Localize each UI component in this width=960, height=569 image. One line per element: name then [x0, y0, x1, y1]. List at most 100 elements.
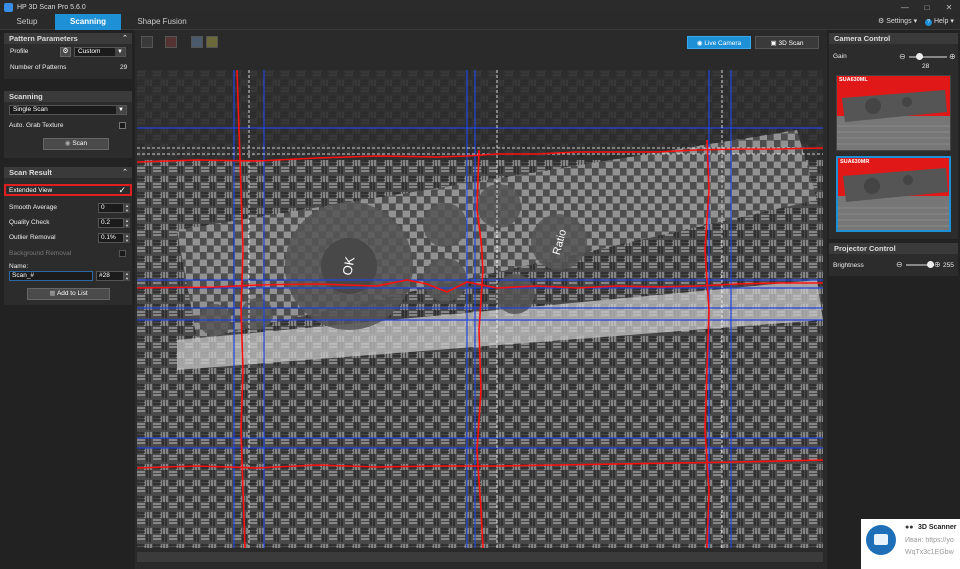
scan-3d-tab[interactable]: ▣ 3D Scan: [755, 36, 819, 49]
quality-check-stepper[interactable]: ▲ ▼: [124, 218, 130, 228]
volume-up-button: [423, 203, 467, 247]
gain-slider-knob[interactable]: [916, 53, 924, 60]
maximize-icon[interactable]: □: [916, 0, 938, 14]
camera-feed: OK Ratio: [137, 70, 823, 548]
camera-left-preview: [837, 76, 950, 150]
chevron-up-icon: ⌃: [122, 35, 128, 42]
back-button: [477, 184, 521, 228]
tab-scanning[interactable]: Scanning: [55, 14, 121, 30]
view-toggle-icon[interactable]: [141, 36, 153, 48]
panel-title: Pattern Parameters: [9, 34, 78, 43]
smooth-average-label: Smooth Average: [9, 204, 57, 211]
outlier-removal-label: Outlier Removal: [9, 234, 56, 241]
quality-check-input[interactable]: 0.2: [98, 218, 124, 228]
brightness-slider-knob[interactable]: [927, 261, 934, 268]
camera-right-preview: [838, 158, 949, 230]
folder-icon[interactable]: [206, 36, 218, 48]
background-removal-checkbox[interactable]: [119, 250, 126, 257]
add-to-list-button[interactable]: ▦ Add to List: [27, 288, 110, 300]
profile-label: Profile: [10, 48, 29, 55]
scan-number-input[interactable]: #28: [96, 271, 124, 281]
window-title: HP 3D Scan Pro 5.6.0: [17, 3, 86, 11]
gear-icon: ⚙: [878, 18, 885, 25]
title-bar: HP 3D Scan Pro 5.6.0 — □ ✕: [0, 0, 960, 14]
profile-select[interactable]: Custom ▼: [74, 47, 126, 57]
left-sidebar: Pattern Parameters ⌃ Profile ⚙ Custom ▼ …: [0, 30, 135, 569]
viewport-status-strip: [137, 552, 823, 562]
name-label: Name:: [9, 263, 29, 270]
help-label: Help: [934, 18, 949, 25]
number-of-patterns-label: Number of Patterns: [10, 64, 67, 71]
brightness-increase-icon[interactable]: ⊕: [934, 260, 941, 269]
scan-result-header[interactable]: Scan Result ⌃: [4, 167, 132, 178]
chevron-down-icon: ▾: [950, 18, 954, 25]
pattern-parameters-header[interactable]: Pattern Parameters ⌃: [4, 33, 132, 44]
chat-notification[interactable]: ●● 3D Scanner Иван: https://yo WqTx3c1EG…: [861, 519, 960, 569]
scanning-panel: Scanning Single Scan ▼ Auto. Grab Textur…: [4, 91, 132, 158]
add-to-list-label: Add to List: [56, 290, 88, 297]
auto-grab-texture-label: Auto. Grab Texture: [9, 122, 64, 129]
quality-check-label: Quality Check: [9, 219, 50, 226]
profile-settings-gear-icon[interactable]: ⚙: [60, 47, 71, 57]
checkmark-icon[interactable]: ✓: [118, 185, 126, 196]
camera-icon: ◉: [696, 40, 703, 47]
main-view-area: ◉ Live Camera ▣ 3D Scan OK Ratio: [135, 30, 827, 569]
menu-button: [241, 298, 273, 330]
panel-title: Projector Control: [834, 244, 896, 253]
tab-shape-fusion[interactable]: Shape Fusion: [128, 14, 196, 30]
scan-name-input[interactable]: Scan_#: [9, 271, 93, 281]
scanning-header[interactable]: Scanning: [4, 91, 132, 102]
chevron-up-icon: ⌃: [122, 169, 128, 176]
number-of-patterns-value: 29: [120, 64, 128, 71]
notification-link: WqTx3c1EGbw: [905, 549, 954, 556]
brightness-decrease-icon[interactable]: ⊖: [896, 260, 903, 269]
help-icon: ?: [925, 18, 932, 26]
camera-thumbnail-left[interactable]: SUA630ML: [836, 75, 951, 151]
smooth-average-input[interactable]: 0: [98, 203, 124, 213]
chevron-down-icon: ▼: [115, 48, 125, 56]
live-camera-tab[interactable]: ◉ Live Camera: [687, 36, 751, 49]
main-tabs: Setup Scanning Shape Fusion: [0, 14, 960, 30]
panel-title: Camera Control: [834, 34, 891, 43]
outlier-removal-input[interactable]: 0.1%: [98, 233, 124, 243]
camera-thumbnail-right[interactable]: SUA630MR: [836, 156, 951, 232]
gain-label: Gain: [833, 53, 847, 60]
panel-title: Scanning: [9, 92, 43, 101]
help-button[interactable]: ? Help ▾: [925, 14, 954, 30]
live-camera-viewport[interactable]: OK Ratio: [137, 70, 823, 548]
app-icon: [4, 2, 13, 12]
projector-control-panel: Projector Control Brightness ⊖ ⊕ 255: [829, 243, 958, 276]
camera-control-header[interactable]: Camera Control: [829, 33, 958, 44]
panel-title: Scan Result: [9, 168, 52, 177]
camera-icon: ◉: [64, 140, 71, 147]
brightness-value: 255: [943, 262, 954, 269]
right-sidebar: Camera Control Gain ⊖ ⊕ 28 SUA630ML SUA6…: [827, 30, 960, 569]
gain-slider-track[interactable]: [909, 53, 947, 60]
extended-view-label: Extended View: [9, 187, 53, 194]
cube-icon: ▣: [770, 40, 777, 47]
scan-button[interactable]: ◉ Scan: [43, 138, 109, 150]
close-icon[interactable]: ✕: [938, 0, 960, 14]
smooth-average-stepper[interactable]: ▲ ▼: [124, 203, 130, 213]
auto-grab-texture-checkbox[interactable]: [119, 122, 126, 129]
gain-decrease-icon[interactable]: ⊖: [899, 52, 906, 61]
background-removal-label: Background Removal: [9, 250, 72, 257]
gain-increase-icon[interactable]: ⊕: [949, 52, 956, 61]
brightness-slider-track[interactable]: [906, 261, 934, 268]
snapshot-icon[interactable]: [191, 36, 203, 48]
extended-view-row[interactable]: Extended View ✓: [4, 184, 132, 196]
minimize-icon[interactable]: —: [894, 0, 916, 14]
scan-result-panel: Scan Result ⌃ Extended View ✓ Smooth Ave…: [4, 167, 132, 305]
settings-button[interactable]: ⚙ Settings ▾: [878, 14, 917, 30]
projector-control-header[interactable]: Projector Control: [829, 243, 958, 254]
scan-mode-select[interactable]: Single Scan ▼: [9, 105, 127, 115]
outlier-removal-stepper[interactable]: ▲ ▼: [124, 233, 130, 243]
add-icon: ▦: [49, 290, 56, 297]
tab-setup[interactable]: Setup: [0, 14, 54, 30]
image-icon[interactable]: [165, 36, 177, 48]
scan-number-stepper[interactable]: ▲ ▼: [124, 271, 130, 281]
pattern-parameters-panel: Pattern Parameters ⌃ Profile ⚙ Custom ▼ …: [4, 33, 132, 79]
settings-label: Settings: [886, 18, 912, 25]
camera-control-panel: Camera Control Gain ⊖ ⊕ 28 SUA630ML SUA6…: [829, 33, 958, 239]
brightness-label: Brightness: [833, 262, 864, 269]
